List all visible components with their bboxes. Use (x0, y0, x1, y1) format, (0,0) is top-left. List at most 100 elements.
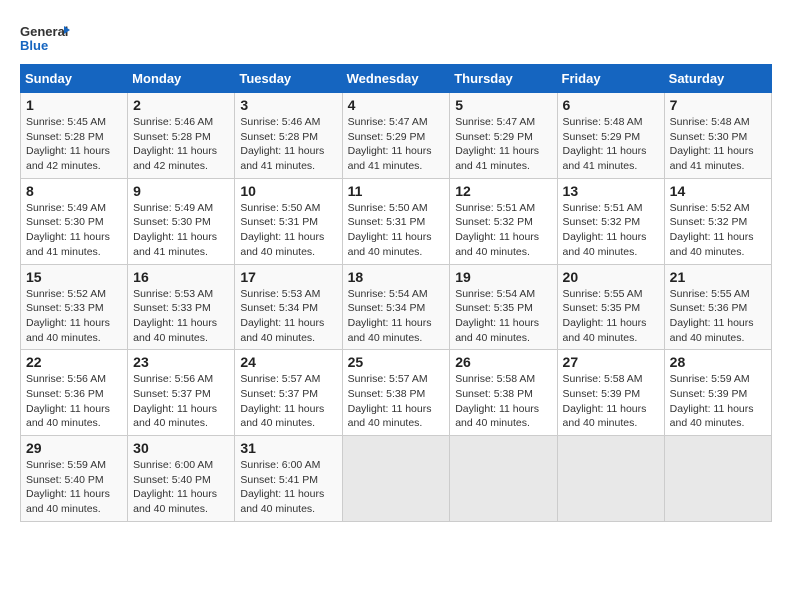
day-number: 21 (670, 269, 766, 285)
calendar-cell: 26 Sunrise: 5:58 AMSunset: 5:38 PMDayligh… (450, 350, 557, 436)
calendar-header-row: SundayMondayTuesdayWednesdayThursdayFrid… (21, 65, 772, 93)
day-number: 2 (133, 97, 229, 113)
calendar-cell: 5Sunrise: 5:47 AMSunset: 5:29 PMDaylight… (450, 93, 557, 179)
day-number: 7 (670, 97, 766, 113)
day-info: Sunrise: 5:46 AMSunset: 5:28 PMDaylight:… (240, 115, 336, 174)
day-info: Sunrise: 6:00 AMSunset: 5:41 PMDaylight:… (240, 458, 336, 517)
day-info: Sunrise: 5:48 AMSunset: 5:30 PMDaylight:… (670, 115, 766, 174)
day-info: Sunrise: 5:47 AMSunset: 5:29 PMDaylight:… (455, 115, 551, 174)
day-info: Sunrise: 5:54 AMSunset: 5:35 PMDaylight:… (455, 287, 551, 346)
day-info: Sunrise: 5:56 AMSunset: 5:36 PMDaylight:… (26, 372, 122, 431)
calendar-cell: 17 Sunrise: 5:53 AMSunset: 5:34 PMDayligh… (235, 264, 342, 350)
calendar-cell: 8 Sunrise: 5:49 AMSunset: 5:30 PMDaylight… (21, 178, 128, 264)
day-number: 28 (670, 354, 766, 370)
day-number: 27 (563, 354, 659, 370)
calendar-cell: 4Sunrise: 5:47 AMSunset: 5:29 PMDaylight… (342, 93, 450, 179)
calendar-header-wednesday: Wednesday (342, 65, 450, 93)
calendar-cell: 21Sunrise: 5:55 AMSunset: 5:36 PMDayligh… (664, 264, 771, 350)
day-number: 11 (348, 183, 445, 199)
day-number: 6 (563, 97, 659, 113)
svg-text:Blue: Blue (20, 38, 48, 53)
day-info: Sunrise: 5:49 AMSunset: 5:30 PMDaylight:… (26, 201, 122, 260)
day-number: 16 (133, 269, 229, 285)
day-number: 10 (240, 183, 336, 199)
calendar-cell: 27Sunrise: 5:58 AMSunset: 5:39 PMDayligh… (557, 350, 664, 436)
day-info: Sunrise: 5:55 AMSunset: 5:35 PMDaylight:… (563, 287, 659, 346)
day-number: 14 (670, 183, 766, 199)
calendar-cell: 7 Sunrise: 5:48 AMSunset: 5:30 PMDaylight… (664, 93, 771, 179)
calendar-cell: 28 Sunrise: 5:59 AMSunset: 5:39 PMDayligh… (664, 350, 771, 436)
day-number: 31 (240, 440, 336, 456)
day-number: 25 (348, 354, 445, 370)
day-info: Sunrise: 5:50 AMSunset: 5:31 PMDaylight:… (348, 201, 445, 260)
svg-text:General: General (20, 24, 68, 39)
day-info: Sunrise: 5:58 AMSunset: 5:38 PMDaylight:… (455, 372, 551, 431)
calendar-cell: 19 Sunrise: 5:54 AMSunset: 5:35 PMDayligh… (450, 264, 557, 350)
day-info: Sunrise: 5:59 AMSunset: 5:40 PMDaylight:… (26, 458, 122, 517)
calendar-header-monday: Monday (128, 65, 235, 93)
day-number: 12 (455, 183, 551, 199)
day-info: Sunrise: 5:53 AMSunset: 5:34 PMDaylight:… (240, 287, 336, 346)
day-info: Sunrise: 5:54 AMSunset: 5:34 PMDaylight:… (348, 287, 445, 346)
calendar-cell: 30Sunrise: 6:00 AMSunset: 5:40 PMDayligh… (128, 436, 235, 522)
calendar-cell: 6 Sunrise: 5:48 AMSunset: 5:29 PMDaylight… (557, 93, 664, 179)
calendar-cell (664, 436, 771, 522)
day-number: 22 (26, 354, 122, 370)
day-info: Sunrise: 5:57 AMSunset: 5:38 PMDaylight:… (348, 372, 445, 431)
logo-svg: General Blue (20, 20, 70, 56)
day-info: Sunrise: 5:59 AMSunset: 5:39 PMDaylight:… (670, 372, 766, 431)
calendar-week-3: 15Sunrise: 5:52 AMSunset: 5:33 PMDayligh… (21, 264, 772, 350)
day-number: 13 (563, 183, 659, 199)
calendar-week-4: 22 Sunrise: 5:56 AMSunset: 5:36 PMDayligh… (21, 350, 772, 436)
calendar-cell: 9 Sunrise: 5:49 AMSunset: 5:30 PMDaylight… (128, 178, 235, 264)
day-number: 9 (133, 183, 229, 199)
calendar-cell (557, 436, 664, 522)
calendar-cell: 31 Sunrise: 6:00 AMSunset: 5:41 PMDayligh… (235, 436, 342, 522)
day-number: 23 (133, 354, 229, 370)
day-number: 1 (26, 97, 122, 113)
day-info: Sunrise: 5:50 AMSunset: 5:31 PMDaylight:… (240, 201, 336, 260)
calendar-cell: 16 Sunrise: 5:53 AMSunset: 5:33 PMDayligh… (128, 264, 235, 350)
calendar-cell: 24 Sunrise: 5:57 AMSunset: 5:37 PMDayligh… (235, 350, 342, 436)
day-number: 4 (348, 97, 445, 113)
day-number: 19 (455, 269, 551, 285)
calendar-cell: 15Sunrise: 5:52 AMSunset: 5:33 PMDayligh… (21, 264, 128, 350)
day-info: Sunrise: 5:48 AMSunset: 5:29 PMDaylight:… (563, 115, 659, 174)
calendar-cell (342, 436, 450, 522)
day-number: 18 (348, 269, 445, 285)
calendar-cell: 12 Sunrise: 5:51 AMSunset: 5:32 PMDayligh… (450, 178, 557, 264)
day-number: 26 (455, 354, 551, 370)
calendar-cell: 22 Sunrise: 5:56 AMSunset: 5:36 PMDayligh… (21, 350, 128, 436)
day-info: Sunrise: 5:45 AMSunset: 5:28 PMDaylight:… (26, 115, 122, 174)
calendar-header-tuesday: Tuesday (235, 65, 342, 93)
calendar-week-2: 8 Sunrise: 5:49 AMSunset: 5:30 PMDaylight… (21, 178, 772, 264)
day-number: 24 (240, 354, 336, 370)
day-info: Sunrise: 5:49 AMSunset: 5:30 PMDaylight:… (133, 201, 229, 260)
day-info: Sunrise: 5:53 AMSunset: 5:33 PMDaylight:… (133, 287, 229, 346)
day-number: 20 (563, 269, 659, 285)
day-number: 29 (26, 440, 122, 456)
calendar-cell: 11 Sunrise: 5:50 AMSunset: 5:31 PMDayligh… (342, 178, 450, 264)
day-info: Sunrise: 5:52 AMSunset: 5:33 PMDaylight:… (26, 287, 122, 346)
day-info: Sunrise: 6:00 AMSunset: 5:40 PMDaylight:… (133, 458, 229, 517)
calendar-cell: 1 Sunrise: 5:45 AMSunset: 5:28 PMDaylight… (21, 93, 128, 179)
calendar-cell: 14 Sunrise: 5:52 AMSunset: 5:32 PMDayligh… (664, 178, 771, 264)
day-info: Sunrise: 5:57 AMSunset: 5:37 PMDaylight:… (240, 372, 336, 431)
calendar-cell (450, 436, 557, 522)
day-info: Sunrise: 5:51 AMSunset: 5:32 PMDaylight:… (455, 201, 551, 260)
calendar-cell: 2Sunrise: 5:46 AMSunset: 5:28 PMDaylight… (128, 93, 235, 179)
day-info: Sunrise: 5:56 AMSunset: 5:37 PMDaylight:… (133, 372, 229, 431)
calendar-header-thursday: Thursday (450, 65, 557, 93)
calendar-header-saturday: Saturday (664, 65, 771, 93)
calendar-cell: 20 Sunrise: 5:55 AMSunset: 5:35 PMDayligh… (557, 264, 664, 350)
calendar-header-friday: Friday (557, 65, 664, 93)
calendar-table: SundayMondayTuesdayWednesdayThursdayFrid… (20, 64, 772, 522)
day-number: 8 (26, 183, 122, 199)
day-number: 17 (240, 269, 336, 285)
day-info: Sunrise: 5:52 AMSunset: 5:32 PMDaylight:… (670, 201, 766, 260)
calendar-cell: 25 Sunrise: 5:57 AMSunset: 5:38 PMDayligh… (342, 350, 450, 436)
calendar-week-1: 1 Sunrise: 5:45 AMSunset: 5:28 PMDaylight… (21, 93, 772, 179)
calendar-header-sunday: Sunday (21, 65, 128, 93)
calendar-cell: 23 Sunrise: 5:56 AMSunset: 5:37 PMDayligh… (128, 350, 235, 436)
day-number: 3 (240, 97, 336, 113)
